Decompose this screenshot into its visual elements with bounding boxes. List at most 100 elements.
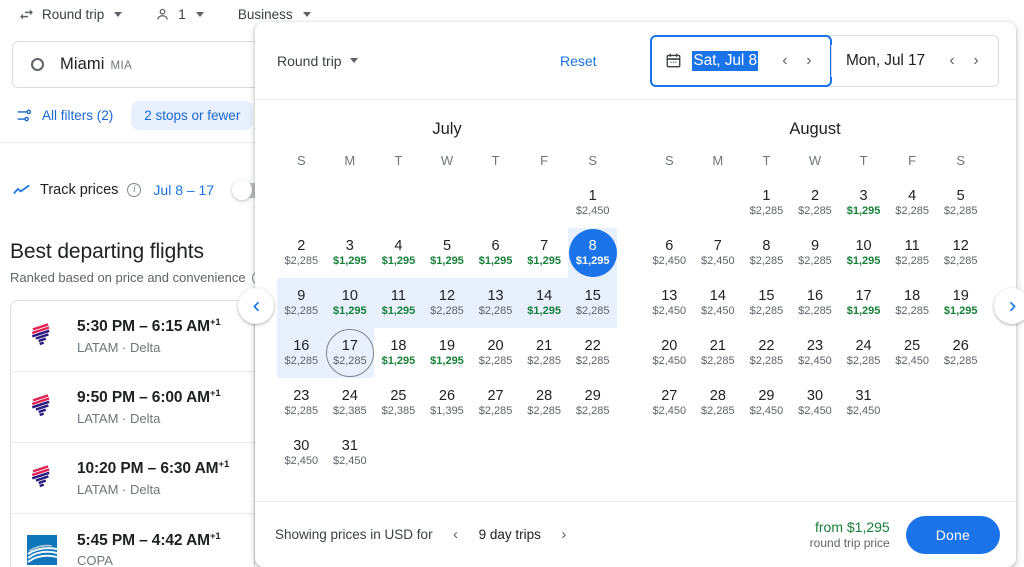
calendar-day-august-17[interactable]: 17 $1,295: [840, 279, 888, 327]
reset-button[interactable]: Reset: [560, 53, 597, 69]
done-button[interactable]: Done: [905, 515, 1000, 554]
track-prices-dates[interactable]: Jul 8 – 17: [153, 182, 214, 198]
calendar-day-august-22[interactable]: 22 $2,285: [742, 329, 790, 377]
calendar-day-july-22[interactable]: 22 $2,285: [569, 329, 617, 377]
table-row[interactable]: 10:20 PM – 6:30 AM+1 LATAM · Delta: [11, 443, 254, 514]
calendar-day-price: $2,285: [701, 354, 735, 367]
calendar-day-august-27[interactable]: 27 $2,450: [645, 379, 693, 427]
calendar-day-july-11[interactable]: 11 $1,295: [374, 279, 422, 327]
calendar-day-number: 15: [758, 287, 775, 304]
calendar-day-price: $2,285: [895, 204, 929, 217]
calendar-day-july-28[interactable]: 28 $2,285: [520, 379, 568, 427]
calendar-day-august-12[interactable]: 12 $2,285: [937, 229, 985, 277]
calendar-day-august-15[interactable]: 15 $2,285: [742, 279, 790, 327]
calendar-day-july-18[interactable]: 18 $1,295: [374, 329, 422, 377]
origin-value: Miami MIA: [60, 55, 132, 74]
return-date-field[interactable]: Mon, Jul 17 ‹ ›: [832, 36, 998, 86]
calendar-day-july-13[interactable]: 13 $2,285: [472, 279, 520, 327]
calendar-day-july-23[interactable]: 23 $2,285: [277, 379, 325, 427]
calendar-day-august-25[interactable]: 25 $2,450: [888, 329, 936, 377]
calendar-day-august-20[interactable]: 20 $2,450: [645, 329, 693, 377]
calendar-day-august-26[interactable]: 26 $2,285: [937, 329, 985, 377]
calendar-day-july-3[interactable]: 3 $1,295: [326, 229, 374, 277]
calendar-day-august-23[interactable]: 23 $2,450: [791, 329, 839, 377]
calendar-day-july-30[interactable]: 30 $2,450: [277, 429, 325, 477]
calendar-day-july-5[interactable]: 5 $1,295: [423, 229, 471, 277]
calendar-day-number: 17: [341, 337, 358, 354]
calendar-day-august-4[interactable]: 4 $2,285: [888, 179, 936, 227]
calendar-day-august-18[interactable]: 18 $2,285: [888, 279, 936, 327]
calendar-cell: 3 $1,295: [326, 228, 375, 278]
cabin-class-selector[interactable]: Business: [236, 5, 319, 24]
calendar-day-august-30[interactable]: 30 $2,450: [791, 379, 839, 427]
previous-dates-button[interactable]: [238, 288, 274, 324]
table-row[interactable]: 5:45 PM – 4:42 AM+1 COPA: [11, 514, 254, 567]
dialog-trip-type-selector[interactable]: Round trip: [277, 53, 358, 69]
calendar-day-july-8[interactable]: 8 $1,295: [568, 229, 617, 277]
calendar-day-july-2[interactable]: 2 $2,285: [277, 229, 325, 277]
origin-input[interactable]: Miami MIA: [12, 41, 280, 88]
calendar-day-july-29[interactable]: 29 $2,285: [569, 379, 617, 427]
all-filters-button[interactable]: All filters (2): [12, 104, 117, 127]
calendar-day-august-14[interactable]: 14 $2,450: [694, 279, 742, 327]
calendar-day-august-7[interactable]: 7 $2,450: [694, 229, 742, 277]
calendar-day-july-17[interactable]: 17 $2,285: [325, 329, 374, 377]
calendar-day-august-19[interactable]: 19 $1,295: [937, 279, 985, 327]
calendar-day-august-28[interactable]: 28 $2,285: [694, 379, 742, 427]
calendar-day-price: $1,295: [846, 204, 881, 217]
next-dates-button[interactable]: [994, 288, 1024, 324]
calendar-day-price: $2,450: [652, 354, 687, 367]
calendar-day-july-26[interactable]: 26 $1,395: [423, 379, 471, 427]
calendar-day-august-10[interactable]: 10 $1,295: [840, 229, 888, 277]
calendar-day-july-15[interactable]: 15 $2,285: [569, 279, 617, 327]
calendar-day-august-3[interactable]: 3 $1,295: [840, 179, 888, 227]
calendar-day-august-24[interactable]: 24 $2,285: [840, 329, 888, 377]
calendar-day-july-31[interactable]: 31 $2,450: [326, 429, 374, 477]
departure-prev-day-button[interactable]: ‹: [774, 50, 796, 72]
departure-date-field[interactable]: Sat, Jul 8 ‹ ›: [650, 34, 832, 87]
calendar-day-empty: [569, 429, 617, 477]
filter-chip-stops[interactable]: 2 stops or fewer: [131, 100, 254, 130]
calendar-day-august-1[interactable]: 1 $2,285: [742, 179, 790, 227]
trip-type-selector[interactable]: Round trip: [16, 4, 130, 25]
calendar-day-august-13[interactable]: 13 $2,450: [645, 279, 693, 327]
calendar-day-july-1[interactable]: 1 $2,450: [569, 179, 617, 227]
calendar-day-july-7[interactable]: 7 $1,295: [520, 229, 568, 277]
calendar-day-july-27[interactable]: 27 $2,285: [472, 379, 520, 427]
return-next-day-button[interactable]: ›: [965, 50, 987, 72]
table-row[interactable]: 5:30 PM – 6:15 AM+1 LATAM · Delta: [11, 301, 254, 372]
calendar-day-august-5[interactable]: 5 $2,285: [937, 179, 985, 227]
calendar-day-july-20[interactable]: 20 $2,285: [472, 329, 520, 377]
calendar-day-august-21[interactable]: 21 $2,285: [694, 329, 742, 377]
calendar-day-july-4[interactable]: 4 $1,295: [374, 229, 422, 277]
trip-length-next-button[interactable]: ›: [553, 524, 575, 546]
calendar-day-july-14[interactable]: 14 $1,295: [520, 279, 568, 327]
info-icon[interactable]: i: [127, 183, 142, 197]
calendar-day-july-9[interactable]: 9 $2,285: [277, 279, 325, 327]
calendar-day-july-6[interactable]: 6 $1,295: [472, 229, 520, 277]
calendar-day-august-11[interactable]: 11 $2,285: [888, 229, 936, 277]
calendar-day-july-10[interactable]: 10 $1,295: [326, 279, 374, 327]
calendar-day-july-19[interactable]: 19 $1,295: [423, 329, 471, 377]
calendar-day-august-8[interactable]: 8 $2,285: [742, 229, 790, 277]
passengers-selector[interactable]: 1: [152, 4, 212, 25]
calendar-day-august-6[interactable]: 6 $2,450: [645, 229, 693, 277]
calendar-day-july-21[interactable]: 21 $2,285: [520, 329, 568, 377]
table-row[interactable]: 9:50 PM – 6:00 AM+1 LATAM · Delta: [11, 372, 254, 443]
calendar-day-price: $1,295: [333, 254, 367, 267]
departure-next-day-button[interactable]: ›: [798, 50, 820, 72]
return-prev-day-button[interactable]: ‹: [941, 50, 963, 72]
calendar-day-august-9[interactable]: 9 $2,285: [791, 229, 839, 277]
calendar-day-august-29[interactable]: 29 $2,450: [742, 379, 790, 427]
calendar-day-july-16[interactable]: 16 $2,285: [277, 329, 325, 377]
trip-length-prev-button[interactable]: ‹: [445, 524, 467, 546]
calendar-day-july-24[interactable]: 24 $2,385: [326, 379, 374, 427]
calendar-day-august-16[interactable]: 16 $2,285: [791, 279, 839, 327]
calendar-day-august-2[interactable]: 2 $2,285: [791, 179, 839, 227]
calendar-day-july-25[interactable]: 25 $2,385: [374, 379, 422, 427]
calendar-day-number: 30: [806, 387, 824, 404]
calendar-day-july-12[interactable]: 12 $2,285: [423, 279, 471, 327]
calendar-day-august-31[interactable]: 31 $2,450: [840, 379, 888, 427]
calendar-day-number: 23: [806, 337, 824, 354]
calendar-day-number: 10: [855, 237, 872, 254]
